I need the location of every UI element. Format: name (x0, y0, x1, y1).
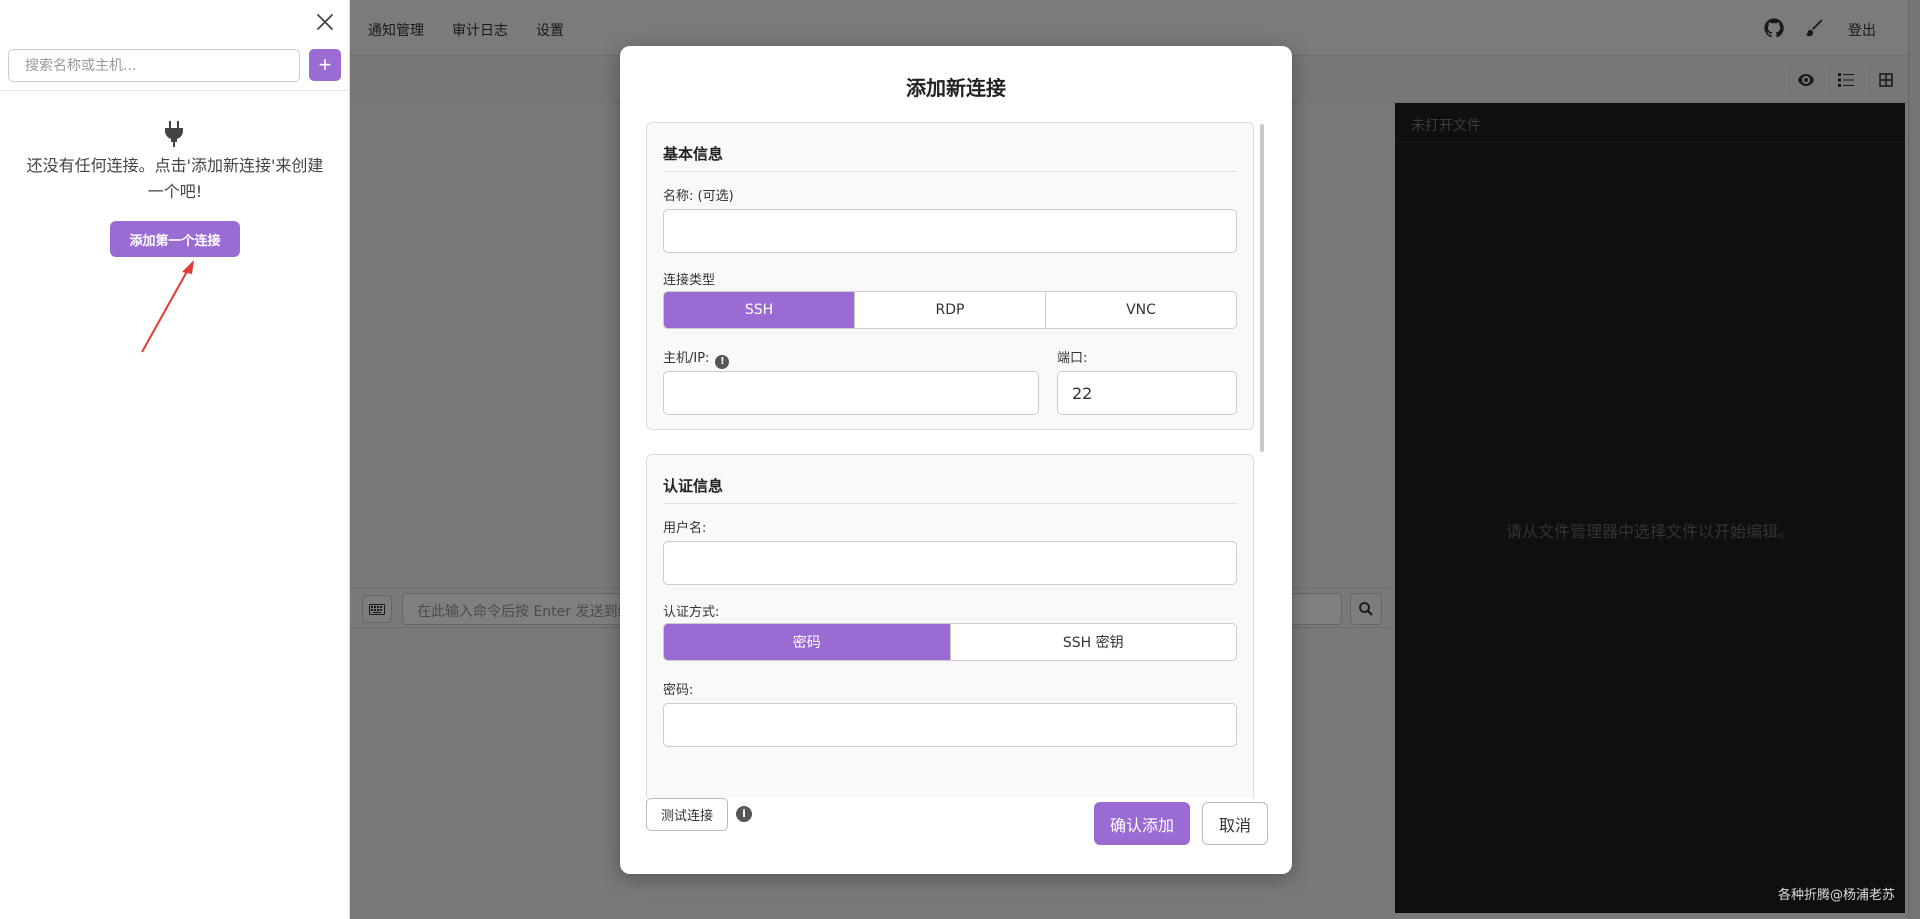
port-field[interactable] (1057, 371, 1237, 415)
password-label: 密码: (663, 683, 694, 698)
auth-method-toggle: 密码 SSH 密钥 (663, 623, 1237, 661)
section-rule (663, 171, 1237, 172)
modal-body: 基本信息 名称: (可选) 连接类型 SSH RDP VNC 主机/IP:! 端… (646, 122, 1260, 798)
add-first-connection-button[interactable]: 添加第一个连接 (110, 221, 240, 257)
close-icon[interactable] (312, 9, 338, 35)
info-icon[interactable]: i (736, 806, 752, 822)
pointer-arrow (141, 260, 194, 353)
port-label: 端口: (1057, 351, 1088, 366)
connection-type-toggle: SSH RDP VNC (663, 291, 1237, 329)
host-label-text: 主机/IP: (663, 351, 710, 366)
search-input[interactable] (8, 49, 300, 82)
basic-info-title: 基本信息 (663, 145, 724, 163)
modal-scrollbar[interactable] (1260, 124, 1264, 452)
modal-title: 添加新连接 (906, 76, 1006, 100)
confirm-add-button[interactable]: 确认添加 (1094, 802, 1190, 845)
add-connection-modal: 添加新连接 基本信息 名称: (可选) 连接类型 SSH RDP VNC 主机/… (620, 46, 1292, 874)
watermark: 各种折腾@杨浦老苏 (1778, 888, 1896, 903)
auth-info-section: 认证信息 用户名: 认证方式: 密码 SSH 密钥 密码: (646, 454, 1254, 798)
cancel-button[interactable]: 取消 (1202, 802, 1268, 845)
type-ssh-button[interactable]: SSH (664, 292, 855, 328)
basic-info-section: 基本信息 名称: (可选) 连接类型 SSH RDP VNC 主机/IP:! 端… (646, 122, 1254, 430)
info-icon[interactable]: ! (715, 355, 730, 369)
auth-ssh-key-button[interactable]: SSH 密钥 (951, 624, 1237, 660)
name-field[interactable] (663, 209, 1237, 253)
host-label: 主机/IP:! (663, 347, 730, 369)
auth-method-label: 认证方式: (663, 605, 720, 620)
auth-password-button[interactable]: 密码 (664, 624, 951, 660)
empty-state-text: 还没有任何连接。点击'添加新连接'来创建一个吧! (26, 156, 324, 201)
test-connection-button[interactable]: 测试连接 (646, 798, 728, 831)
name-label: 名称: (可选) (663, 189, 734, 204)
host-field[interactable] (663, 371, 1039, 415)
sidebar-divider (0, 90, 350, 91)
type-vnc-button[interactable]: VNC (1046, 292, 1236, 328)
connection-sidebar: + 还没有任何连接。点击'添加新连接'来创建一个吧! 添加第一个连接 (0, 0, 350, 919)
section-rule (663, 503, 1237, 504)
password-field[interactable] (663, 703, 1237, 747)
plug-icon (165, 121, 183, 147)
type-rdp-button[interactable]: RDP (855, 292, 1046, 328)
add-connection-button[interactable]: + (309, 49, 341, 81)
type-label: 连接类型 (663, 273, 716, 288)
username-label: 用户名: (663, 521, 707, 536)
username-field[interactable] (663, 541, 1237, 585)
auth-info-title: 认证信息 (663, 477, 724, 495)
